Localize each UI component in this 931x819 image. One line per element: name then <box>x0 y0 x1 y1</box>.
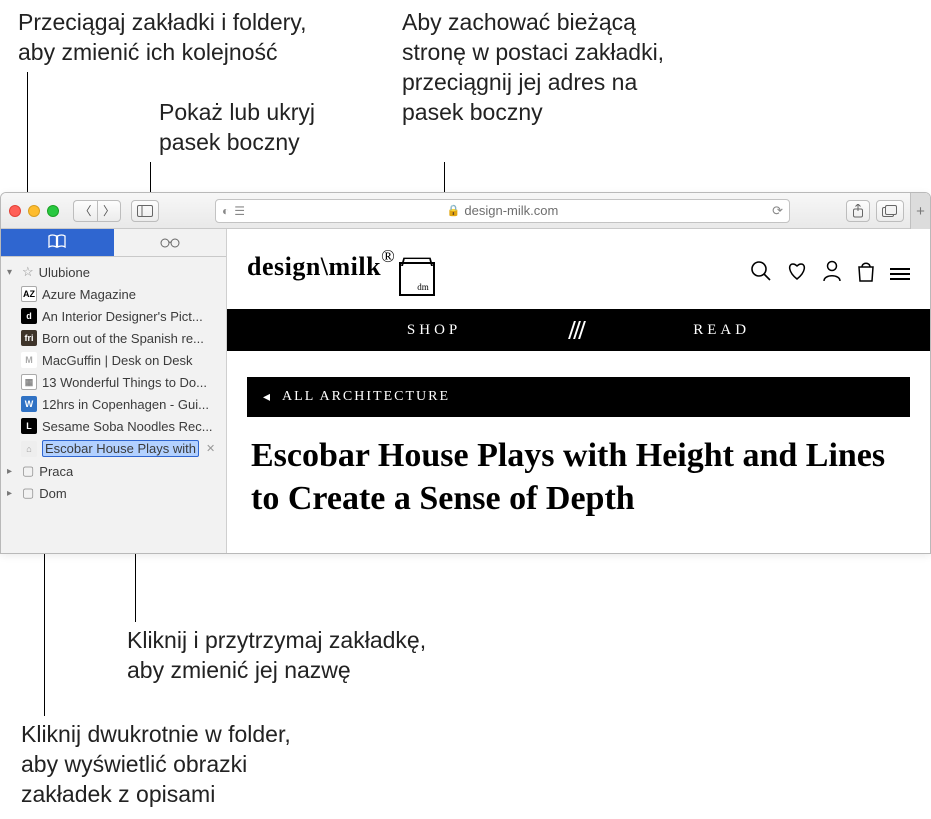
favorites-label: Ulubione <box>39 265 90 280</box>
nav-divider-icon <box>571 321 583 339</box>
callout-dblclick-folder: Kliknij dwukrotnie w folder, aby wyświet… <box>21 720 291 810</box>
breadcrumb-bar[interactable]: ◂ ALL ARCHITECTURE <box>247 377 910 417</box>
bookmark-folder-praca[interactable]: ▸ ▢ Praca <box>1 460 226 482</box>
bookmark-item[interactable]: W 12hrs in Copenhagen - Gui... <box>1 393 226 415</box>
header-icons <box>750 260 910 288</box>
article-headline: Escobar House Plays with Height and Line… <box>227 417 930 520</box>
glasses-icon <box>159 235 181 251</box>
bookmark-label: Azure Magazine <box>42 287 136 302</box>
sidebar: ▾ ☆ Ulubione AZ Azure Magazine d An Inte… <box>1 229 227 553</box>
bookmark-label: MacGuffin | Desk on Desk <box>42 353 193 368</box>
clear-icon[interactable]: ✕ <box>206 442 215 455</box>
bookmark-label: An Interior Designer's Pict... <box>42 309 203 324</box>
reload-icon[interactable]: ⟳ <box>772 203 783 219</box>
disclosure-triangle-icon[interactable]: ▾ <box>7 267 17 278</box>
address-left-icons: ◐ ☰ <box>222 204 245 218</box>
disclosure-triangle-icon[interactable]: ▸ <box>7 488 17 499</box>
favicon: M <box>21 352 37 368</box>
show-tabs-button[interactable] <box>876 200 904 222</box>
site-logo[interactable]: design\milk ® dm <box>247 252 435 296</box>
sidebar-icon <box>137 205 153 217</box>
web-page: design\milk ® dm <box>227 229 930 553</box>
browser-window: 〈 〉 ◐ ☰ 🔒 design-milk.com ⟳ + <box>0 192 931 554</box>
folder-label: Dom <box>39 486 66 501</box>
tabs-icon <box>882 205 898 217</box>
bookmark-item[interactable]: M MacGuffin | Desk on Desk <box>1 349 226 371</box>
heart-icon[interactable] <box>786 261 808 287</box>
bookmark-folder-dom[interactable]: ▸ ▢ Dom <box>1 482 226 504</box>
reading-list-tab[interactable] <box>114 229 227 256</box>
zoom-window-button[interactable] <box>47 205 59 217</box>
bookmark-label: 13 Wonderful Things to Do... <box>42 375 207 390</box>
sidebar-tabs <box>1 229 226 257</box>
favicon: ⌂ <box>21 441 37 457</box>
folder-label: Praca <box>39 464 73 479</box>
callout-drag-to-save: Aby zachować bieżącą stronę w postaci za… <box>402 8 664 128</box>
account-icon[interactable] <box>822 260 842 288</box>
breadcrumb-label: ALL ARCHITECTURE <box>282 389 450 405</box>
disclosure-triangle-icon[interactable]: ▸ <box>7 466 17 477</box>
favicon: fri <box>21 330 37 346</box>
bookmark-label: Born out of the Spanish re... <box>42 331 204 346</box>
forward-button[interactable]: 〉 <box>97 200 121 222</box>
nav-back-forward: 〈 〉 <box>73 200 121 222</box>
menu-icon[interactable] <box>890 268 910 280</box>
callout-click-hold-rename: Kliknij i przytrzymaj zakładkę, aby zmie… <box>127 626 426 686</box>
bookmark-item[interactable]: ▦ 13 Wonderful Things to Do... <box>1 371 226 393</box>
reader-icon[interactable]: ☰ <box>234 204 245 218</box>
nav-read[interactable]: READ <box>693 322 750 339</box>
bookmark-item-editing[interactable]: ⌂ Escobar House Plays with ✕ <box>1 437 226 460</box>
window-controls <box>9 205 59 217</box>
lock-icon: 🔒 <box>447 204 461 217</box>
new-tab-button[interactable]: + <box>910 193 930 229</box>
address-domain: design-milk.com <box>464 203 558 218</box>
back-button[interactable]: 〈 <box>73 200 97 222</box>
callout-toggle-sidebar: Pokaż lub ukryj pasek boczny <box>159 98 315 158</box>
search-icon[interactable] <box>750 260 772 288</box>
brand-name: design\milk <box>247 252 381 282</box>
bookmark-tree: ▾ ☆ Ulubione AZ Azure Magazine d An Inte… <box>1 257 226 508</box>
nav-shop[interactable]: SHOP <box>407 322 461 339</box>
favorites-folder[interactable]: ▾ ☆ Ulubione <box>1 261 226 283</box>
brand-mark: dm <box>399 262 435 296</box>
favicon: L <box>21 418 37 434</box>
star-icon: ☆ <box>22 264 34 280</box>
bookmark-item[interactable]: fri Born out of the Spanish re... <box>1 327 226 349</box>
book-icon <box>48 234 66 251</box>
toggle-sidebar-button[interactable] <box>131 200 159 222</box>
bookmark-item[interactable]: L Sesame Soba Noodles Rec... <box>1 415 226 437</box>
primary-nav: SHOP READ <box>227 309 930 351</box>
bookmark-item[interactable]: d An Interior Designer's Pict... <box>1 305 226 327</box>
bookmarks-tab[interactable] <box>1 229 114 256</box>
chevron-left-icon: ◂ <box>263 389 272 406</box>
folder-icon: ▢ <box>22 485 34 501</box>
callout-drag-reorder: Przeciągaj zakładki i foldery, aby zmien… <box>18 8 306 68</box>
privacy-report-icon[interactable]: ◐ <box>222 204 229 218</box>
bookmark-label: Sesame Soba Noodles Rec... <box>42 419 213 434</box>
share-button[interactable] <box>846 200 870 222</box>
bookmark-item[interactable]: AZ Azure Magazine <box>1 283 226 305</box>
folder-icon: ▢ <box>22 463 34 479</box>
toolbar: 〈 〉 ◐ ☰ 🔒 design-milk.com ⟳ + <box>1 193 930 229</box>
favicon: AZ <box>21 286 37 302</box>
share-icon <box>852 204 864 218</box>
bag-icon[interactable] <box>856 260 876 288</box>
minimize-window-button[interactable] <box>28 205 40 217</box>
address-bar[interactable]: ◐ ☰ 🔒 design-milk.com ⟳ <box>215 199 790 223</box>
bookmark-label: 12hrs in Copenhagen - Gui... <box>42 397 209 412</box>
favicon: W <box>21 396 37 412</box>
close-window-button[interactable] <box>9 205 21 217</box>
favicon: ▦ <box>21 374 37 390</box>
favicon: d <box>21 308 37 324</box>
bookmark-label-editing[interactable]: Escobar House Plays with <box>42 440 199 457</box>
